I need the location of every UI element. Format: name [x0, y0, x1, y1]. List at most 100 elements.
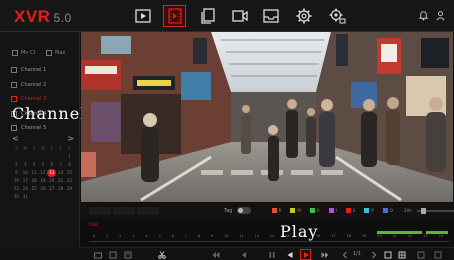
record-tab-1[interactable]	[89, 206, 111, 215]
timeline-hour-label: 17	[331, 234, 336, 238]
nav-settings-button[interactable]	[295, 7, 313, 25]
calendar-day-selected[interactable]: 13	[47, 169, 57, 177]
legend-item[interactable]: I	[328, 208, 337, 213]
clip-button[interactable]	[108, 250, 117, 259]
reverse-play-button[interactable]	[285, 250, 294, 259]
slow-button[interactable]	[211, 250, 220, 259]
calendar-week-row: 30 31	[12, 193, 74, 201]
legend-item[interactable]: P	[364, 208, 374, 213]
nav-camera-button[interactable]	[231, 7, 249, 25]
calendar-day	[65, 193, 74, 201]
playback-controls: 1/1	[81, 247, 454, 260]
calendar-next-button[interactable]: >	[67, 134, 74, 143]
calendar-day[interactable]: 16	[12, 177, 21, 185]
single-view-button[interactable]	[383, 250, 392, 259]
calendar-day[interactable]: 14	[56, 169, 65, 177]
snapshot-button[interactable]	[93, 250, 102, 259]
zoom-slider-knob[interactable]	[420, 207, 426, 214]
fast-forward-button[interactable]	[320, 250, 329, 259]
channel-item-2[interactable]: Channel 2	[11, 82, 46, 88]
main-stream-check[interactable]: Mn Ct	[12, 50, 36, 56]
step-back-button[interactable]	[239, 250, 248, 259]
scissors-button[interactable]	[157, 250, 166, 259]
legend-item[interactable]: R	[271, 208, 281, 213]
record-tab-3[interactable]	[137, 206, 159, 215]
calendar-day[interactable]: 4	[30, 161, 39, 169]
calendar-day[interactable]: 11	[30, 169, 39, 177]
calendar-day[interactable]: 12	[39, 169, 48, 177]
calendar-day[interactable]: 3	[21, 161, 30, 169]
calendar-day[interactable]: 20	[47, 177, 56, 185]
next-page-button[interactable]	[369, 250, 378, 259]
calendar-week-row: 1	[12, 153, 74, 161]
calendar-day[interactable]: 1	[65, 153, 74, 161]
pause-icon	[269, 251, 274, 258]
calendar-week-row: 23 24 25 26 27 28 29	[12, 185, 74, 193]
calendar-weekday: S	[68, 146, 71, 151]
calendar-day[interactable]: 28	[56, 185, 65, 193]
main-stream-label: Mn Ct	[21, 50, 36, 56]
calendar-day[interactable]: 25	[30, 185, 39, 193]
tag-toggle[interactable]	[237, 207, 251, 214]
bell-icon[interactable]	[418, 10, 429, 21]
calendar: S M T W T F S 1 2 3 4 5 6 7 8 9 10 11 12 13 14 15 16 17 18 19 20 21…	[12, 145, 74, 201]
nav-files-button[interactable]	[199, 7, 217, 25]
nav-backup-button[interactable]	[262, 7, 280, 25]
calendar-day[interactable]: 6	[47, 161, 56, 169]
calendar-day[interactable]: 10	[21, 169, 30, 177]
channel-item-5[interactable]: Channel 5	[11, 125, 46, 131]
calendar-day[interactable]: 21	[56, 177, 65, 185]
legend-item[interactable]: O	[382, 208, 393, 213]
calendar-day[interactable]: 15	[65, 169, 74, 177]
calendar-day[interactable]: 2	[12, 161, 21, 169]
prev-page-button[interactable]	[340, 250, 349, 259]
timeline-hour-label: 6	[171, 234, 174, 238]
fullscreen-button[interactable]	[433, 250, 442, 259]
legend-item[interactable]: M	[290, 208, 301, 213]
calendar-day[interactable]: 29	[65, 185, 74, 193]
chevron-right-icon	[371, 251, 376, 258]
legend-swatch	[271, 208, 277, 213]
calendar-day[interactable]: 22	[65, 177, 74, 185]
calendar-day[interactable]: 24	[21, 185, 30, 193]
legend-item[interactable]: A	[309, 208, 320, 213]
play-button[interactable]	[300, 249, 311, 260]
channel-item-3[interactable]: Channel 3	[11, 96, 46, 102]
calendar-day	[56, 153, 65, 161]
calendar-day	[47, 193, 56, 201]
calendar-day[interactable]: 27	[47, 185, 56, 193]
pause-button[interactable]	[267, 250, 276, 259]
calendar-day[interactable]: 19	[39, 177, 48, 185]
timeline[interactable]: CH3 0 1 2 3 4 5 6 7 8 9 10 11 12 13 14 15 16 17 18 19 20 21 22…	[81, 219, 454, 246]
calendar-week-row: 9 10 11 12 13 14 15	[12, 169, 74, 177]
record-tab-2[interactable]	[113, 206, 135, 215]
calendar-week-row: 2345678	[12, 161, 74, 169]
calendar-day	[30, 153, 39, 161]
calendar-day[interactable]: 18	[30, 177, 39, 185]
calendar-day[interactable]: 26	[39, 185, 48, 193]
calendar-day[interactable]: 9	[12, 169, 21, 177]
calendar-day[interactable]: 23	[12, 185, 21, 193]
channel-item-1[interactable]: Channel 1	[11, 67, 46, 73]
legend-swatch	[290, 208, 296, 213]
calendar-day[interactable]: 17	[21, 177, 30, 185]
calendar-day[interactable]: 31	[21, 193, 30, 201]
calendar-day[interactable]: 8	[65, 161, 74, 169]
nav-system-button[interactable]	[328, 7, 346, 25]
nine-view-button[interactable]	[416, 250, 425, 259]
max-check[interactable]: Max	[46, 50, 65, 56]
calendar-prev-button[interactable]: <	[12, 134, 19, 143]
zoom-slider[interactable]	[416, 207, 454, 214]
video-view[interactable]	[81, 32, 453, 202]
calendar-day[interactable]: 5	[39, 161, 48, 169]
timeline-hour-label: 24	[438, 234, 443, 238]
nav-playback-button[interactable]	[163, 5, 186, 27]
nav-live-view-button[interactable]	[134, 7, 152, 25]
quad-view-button[interactable]	[397, 250, 406, 259]
calendar-day[interactable]: 7	[56, 161, 65, 169]
legend-item[interactable]: S	[345, 208, 355, 213]
user-icon[interactable]	[435, 10, 446, 21]
save-button[interactable]	[123, 250, 132, 259]
calendar-day	[21, 153, 30, 161]
calendar-day[interactable]: 30	[12, 193, 21, 201]
